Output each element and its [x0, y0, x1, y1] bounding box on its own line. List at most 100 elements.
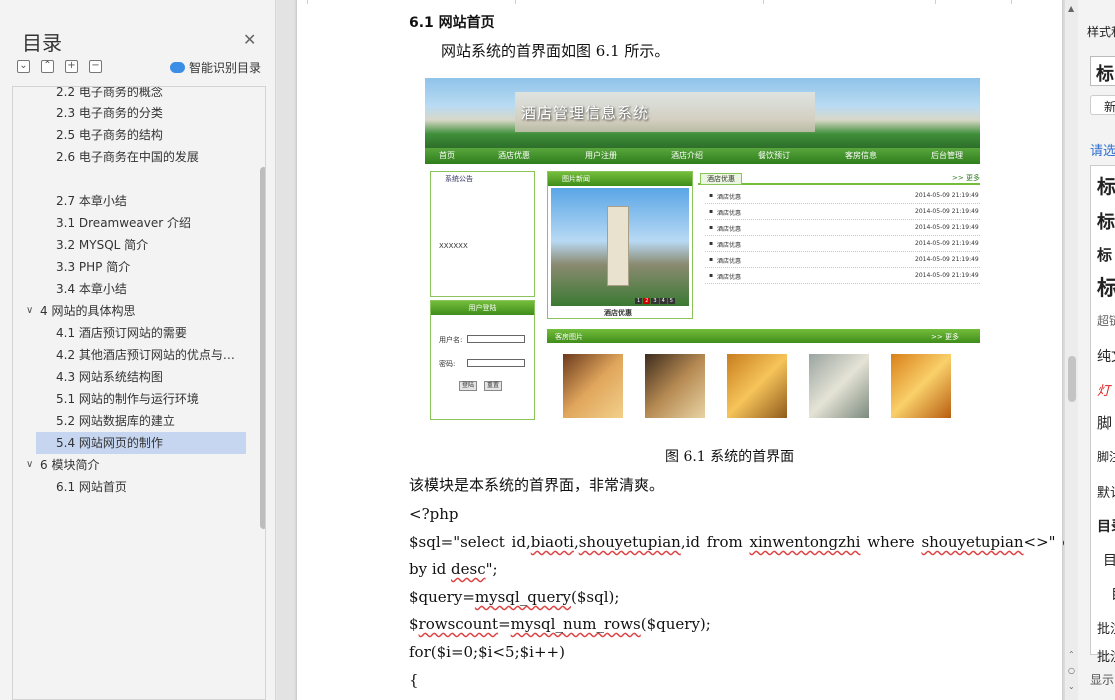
- collapse-up-icon[interactable]: ⌃: [41, 60, 54, 73]
- scroll-up-icon[interactable]: ▲: [1068, 4, 1074, 13]
- style-box[interactable]: 标: [1090, 56, 1115, 86]
- toc-item[interactable]: 3.3 PHP 简介: [56, 256, 265, 278]
- code-line: by id desc";: [409, 560, 498, 578]
- toc-item[interactable]: 2.5 电子商务的结构: [56, 124, 265, 146]
- browse-object-icon[interactable]: ○: [1068, 666, 1075, 675]
- reset-button: 重置: [484, 381, 503, 391]
- style-item[interactable]: 目: [1103, 550, 1115, 570]
- room-photo: [727, 354, 787, 418]
- notice-text: XXXXXX: [439, 242, 468, 250]
- site-menu-item: 餐饮预订: [758, 151, 790, 160]
- style-select-link[interactable]: 请选: [1090, 140, 1115, 159]
- style-item[interactable]: 纯文: [1097, 346, 1115, 366]
- clock-tower-shape: [607, 206, 629, 286]
- toc-item-selected[interactable]: 5.4 网站网页的制作: [36, 432, 246, 454]
- site-menu-item: 首页: [439, 151, 455, 160]
- news-row: ▪ 酒店优惠 2014-05-09 21:19:49: [705, 268, 980, 284]
- news-bullet-icon: ▪: [709, 240, 714, 247]
- login-button: 登陆: [459, 381, 478, 391]
- room-photo: [645, 354, 705, 418]
- news-row: ▪ 酒店优惠 2014-05-09 21:19:49: [705, 220, 980, 236]
- toc-item[interactable]: 5.1 网站的制作与运行环境: [56, 388, 265, 410]
- toc-item[interactable]: 5.2 网站数据库的建立: [56, 410, 265, 432]
- figure-website-homepage: 酒店管理信息系统 首页 酒店优惠 用户注册 酒店介绍 餐饮预订 客房信息 后台管…: [425, 78, 980, 420]
- add-heading-icon[interactable]: +: [65, 60, 78, 73]
- style-item[interactable]: 批注: [1097, 646, 1115, 665]
- remove-heading-icon[interactable]: −: [89, 60, 102, 73]
- username-input: [467, 335, 525, 343]
- site-banner: 酒店管理信息系统: [425, 78, 980, 148]
- rooms-header: 客房图片 >> 更多: [547, 329, 980, 343]
- toc-item[interactable]: 4.2 其他酒店预订网站的优点与不足: [56, 344, 242, 366]
- login-box: 用户登陆 用户名: 密码: 登陆 重置: [430, 300, 535, 420]
- site-menu-item: 用户注册: [585, 151, 617, 160]
- style-item[interactable]: 标: [1097, 272, 1115, 302]
- code-line: $sql="select id,biaoti,shouyetupian,id f…: [409, 533, 1104, 551]
- toc-item[interactable]: 4 网站的具体构思: [40, 300, 265, 322]
- toc-item[interactable]: 2.2 电子商务的概念: [56, 87, 265, 103]
- smart-toc-label: 智能识别目录: [189, 61, 262, 75]
- room-photo: [563, 354, 623, 418]
- style-item[interactable]: 标: [1097, 208, 1115, 234]
- toc-item[interactable]: 3.4 本章小结: [56, 278, 265, 300]
- toc-item[interactable]: 2.7 本章小结: [56, 190, 265, 212]
- site-title: 酒店管理信息系统: [521, 104, 650, 122]
- toc-item[interactable]: 6 模块简介: [40, 454, 265, 476]
- page-up-icon[interactable]: ⌃: [1068, 650, 1075, 659]
- code-line: <?php: [409, 505, 459, 523]
- toc-item[interactable]: 3.1 Dreamweaver 介绍: [56, 212, 265, 234]
- style-item[interactable]: 批注: [1097, 618, 1115, 637]
- style-item[interactable]: 脚: [1097, 412, 1112, 433]
- ruler-mark: [1011, 0, 1012, 4]
- style-item[interactable]: 默认: [1097, 482, 1115, 501]
- navigation-pane: 目录 ✕ ⌄ ⌃ + − 智能识别目录 2.2 电子商务的概念 2.3 电子商务…: [0, 0, 276, 700]
- toc-item[interactable]: 4.3 网站系统结构图: [56, 366, 265, 388]
- toc-item[interactable]: 2.3 电子商务的分类: [56, 102, 265, 124]
- style-item[interactable]: 超链: [1097, 312, 1115, 329]
- username-label: 用户名:: [439, 336, 463, 344]
- page-down-icon[interactable]: ⌄: [1068, 682, 1075, 691]
- rooms-title: 客房图片: [555, 333, 583, 341]
- password-input: [467, 359, 525, 367]
- close-icon[interactable]: ✕: [243, 30, 256, 49]
- scrollbar-thumb[interactable]: [1068, 356, 1076, 402]
- photo-caption: 酒店优惠: [604, 309, 632, 317]
- room-photo: [891, 354, 951, 418]
- style-item[interactable]: 脚注: [1097, 448, 1115, 465]
- expand-down-icon[interactable]: ⌄: [17, 60, 30, 73]
- promo-more-link: >> 更多: [952, 174, 980, 182]
- promo-title: 酒店优惠: [700, 173, 742, 185]
- show-styles-label[interactable]: 显示: [1090, 671, 1114, 688]
- style-item[interactable]: 标: [1097, 172, 1115, 199]
- style-pane: 样式和 标 新 请选 标 标 标 标 超链 纯文 灯 脚 脚注 默认 目录 目 …: [1078, 0, 1115, 700]
- toc-item[interactable]: 6.1 网站首页: [56, 476, 265, 498]
- code-line: $query=mysql_query($sql);: [409, 588, 620, 606]
- toc-item[interactable]: 2.6 电子商务在中国的发展: [56, 146, 265, 168]
- chevron-down-icon[interactable]: ∨: [26, 459, 33, 470]
- smart-toc-button[interactable]: 智能识别目录: [170, 59, 261, 76]
- news-bullet-icon: ▪: [709, 224, 714, 231]
- promo-header: 酒店优惠 >> 更多: [698, 171, 980, 185]
- toc-scrollbar[interactable]: [260, 167, 265, 529]
- style-item[interactable]: 目录: [1097, 516, 1115, 536]
- toc-item[interactable]: 3.2 MYSQL 简介: [56, 234, 265, 256]
- site-menu-item: 酒店优惠: [498, 151, 530, 160]
- ruler-mark: [763, 0, 764, 4]
- style-item[interactable]: 标: [1097, 244, 1112, 265]
- news-row: ▪ 酒店优惠 2014-05-09 21:19:49: [705, 236, 980, 252]
- section-heading: 6.1 网站首页: [409, 15, 495, 31]
- new-style-button[interactable]: 新: [1090, 95, 1115, 115]
- news-photo: 1 2 3 4 5: [551, 188, 689, 306]
- ruler-mark: [515, 0, 516, 4]
- style-item[interactable]: 目: [1111, 584, 1115, 604]
- style-item[interactable]: 灯: [1097, 380, 1110, 399]
- site-menu: 首页 酒店优惠 用户注册 酒店介绍 餐饮预订 客房信息 后台管理: [425, 148, 980, 164]
- document-scrollbar[interactable]: ▲ ⌃ ○ ⌄: [1064, 0, 1078, 700]
- chevron-down-icon[interactable]: ∨: [26, 305, 33, 316]
- style-pane-header: 样式和: [1087, 25, 1115, 39]
- site-menu-item: 后台管理: [931, 151, 963, 160]
- toc-item[interactable]: 4.1 酒店预订网站的需要: [56, 322, 265, 344]
- password-label: 密码:: [439, 360, 456, 368]
- code-line: for($i=0;$i<5;$i++): [409, 643, 565, 661]
- news-row: ▪ 酒店优惠 2014-05-09 21:19:49: [705, 252, 980, 268]
